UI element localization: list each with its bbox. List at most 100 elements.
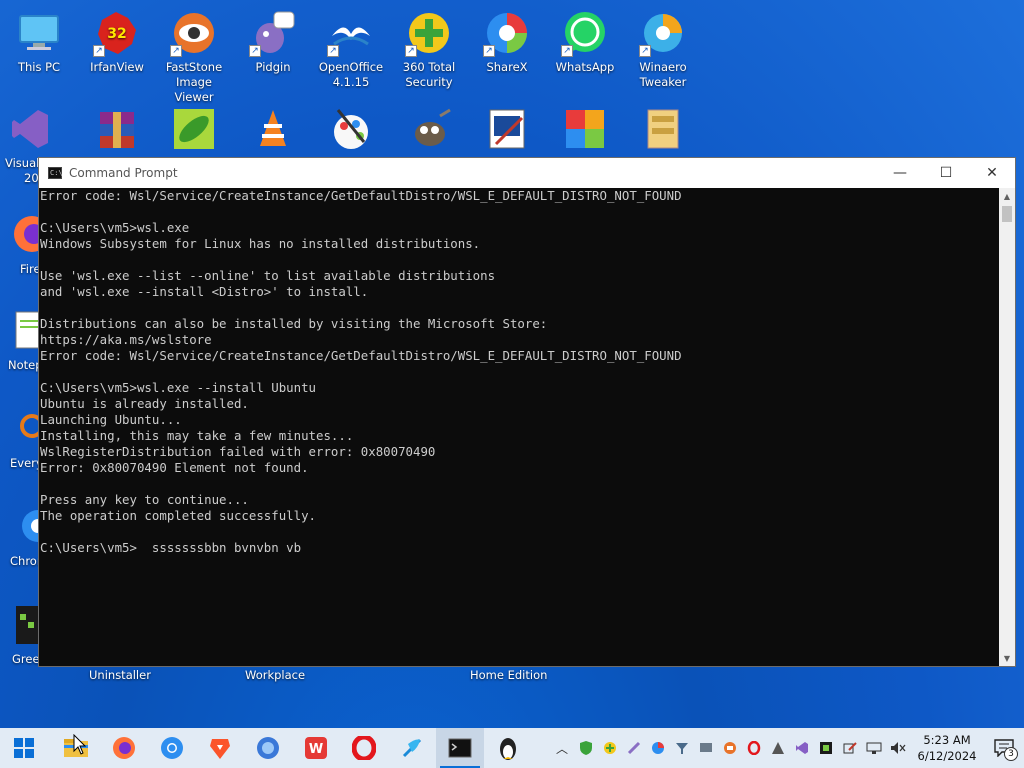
- monitor-icon: [14, 8, 64, 58]
- notepad-icon[interactable]: Notep: [0, 306, 43, 373]
- scroll-up-icon[interactable]: ▲: [999, 188, 1015, 204]
- color-squares-icon: [560, 104, 610, 154]
- everything-icon[interactable]: Every: [0, 404, 43, 471]
- record-icon[interactable]: [718, 728, 742, 768]
- pea-pod-icon: [169, 104, 219, 154]
- visual-studio-icon[interactable]: Visual 20: [0, 104, 48, 186]
- paint-app-icon[interactable]: [312, 104, 390, 156]
- opera-taskbar[interactable]: [340, 728, 388, 768]
- cmd-app-icon: C:\: [48, 167, 63, 179]
- winaero-swirl-icon: ↗: [638, 8, 688, 58]
- openoffice-icon[interactable]: ↗ OpenOffice 4.1.15: [312, 8, 390, 90]
- seagull-icon: ↗: [326, 8, 376, 58]
- sharex-swirl-icon: ↗: [482, 8, 532, 58]
- console-line: C:\Users\vm5>wsl.exe: [40, 220, 190, 235]
- wps-icon: W: [305, 737, 327, 759]
- firefox-taskbar[interactable]: [100, 728, 148, 768]
- whatsapp-icon[interactable]: ↗ WhatsApp: [546, 8, 624, 75]
- wps-taskbar[interactable]: W: [292, 728, 340, 768]
- 360-total-security-icon[interactable]: ↗ 360 Total Security: [390, 8, 468, 90]
- firefox-logo-icon: [10, 210, 40, 260]
- vs-logo-icon: [10, 104, 50, 154]
- edit-icon[interactable]: [838, 728, 862, 768]
- this-pc-icon[interactable]: This PC: [0, 8, 78, 75]
- taskbar: W ︿ 5:23 AM 6/12/2024 3: [0, 728, 1024, 768]
- scroll-down-icon[interactable]: ▼: [999, 650, 1015, 666]
- start-button[interactable]: [0, 728, 48, 768]
- opera-icon: [352, 736, 376, 760]
- workplace-label[interactable]: Workplace: [245, 668, 305, 682]
- irfanview-icon[interactable]: 32 ↗ IrfanView: [78, 8, 156, 75]
- firefox-icon[interactable]: Fire: [0, 210, 41, 277]
- window-title: Command Prompt: [69, 166, 178, 180]
- winaero-tweaker-icon[interactable]: ↗ Winaero Tweaker: [624, 8, 702, 90]
- terminal-icon: [448, 738, 472, 758]
- system-tray: ︿ 5:23 AM 6/12/2024 3: [550, 728, 1024, 768]
- greenshot-icon[interactable]: Greer: [0, 600, 44, 667]
- archive-tool-icon[interactable]: [624, 104, 702, 156]
- image-editor-icon[interactable]: [468, 104, 546, 156]
- console-line: Error: 0x80070490 Element not found.: [40, 460, 309, 475]
- console-line: Error code: Wsl/Service/CreateInstance/G…: [40, 188, 682, 203]
- shield-check-icon[interactable]: [574, 728, 598, 768]
- triangle-app-icon[interactable]: [766, 728, 790, 768]
- penguin-icon: [500, 738, 516, 760]
- console-scrollbar[interactable]: ▲ ▼: [999, 188, 1015, 666]
- magnifier-icon: [14, 404, 40, 454]
- traffic-cone-icon: [248, 104, 298, 154]
- command-prompt-window[interactable]: C:\ Command Prompt — ☐ ✕ Error code: Wsl…: [38, 157, 1016, 667]
- uninstaller-label[interactable]: Uninstaller: [89, 668, 151, 682]
- console-line: and 'wsl.exe --install <Distro>' to inst…: [40, 284, 369, 299]
- network-icon[interactable]: [862, 728, 886, 768]
- pidgin-icon[interactable]: ↗ Pidgin: [234, 8, 312, 75]
- avg-icon[interactable]: [546, 104, 624, 156]
- plus-shield-icon: ↗: [404, 8, 454, 58]
- opera-tray-icon[interactable]: [742, 728, 766, 768]
- console-line: Windows Subsystem for Linux has no insta…: [40, 236, 481, 251]
- speaker-muted-icon[interactable]: [886, 728, 910, 768]
- filter-icon[interactable]: [670, 728, 694, 768]
- mouse-cursor-icon: [73, 734, 87, 755]
- greenshot-app-icon[interactable]: [155, 104, 233, 156]
- close-button[interactable]: ✕: [969, 158, 1015, 188]
- brave-taskbar[interactable]: [196, 728, 244, 768]
- console-output[interactable]: Error code: Wsl/Service/CreateInstance/G…: [39, 188, 1000, 666]
- command-prompt-taskbar[interactable]: [436, 728, 484, 768]
- chrome-taskbar[interactable]: [148, 728, 196, 768]
- pidgin-bird-icon: ↗: [248, 8, 298, 58]
- app-taskbar[interactable]: [388, 728, 436, 768]
- linux-taskbar[interactable]: [484, 728, 532, 768]
- sharex-tray-icon[interactable]: [646, 728, 670, 768]
- notification-center-button[interactable]: 3: [984, 728, 1024, 768]
- sharex-icon[interactable]: ↗ ShareX: [468, 8, 546, 75]
- scroll-thumb[interactable]: [1002, 206, 1012, 222]
- chevron-up-icon[interactable]: ︿: [550, 728, 574, 768]
- console-line: C:\Users\vm5> sssssssbbn bvnvbn vb: [40, 540, 302, 555]
- cabinet-icon: [638, 104, 688, 154]
- minimize-button[interactable]: —: [877, 158, 923, 188]
- firefox-icon: [113, 737, 135, 759]
- pen-icon[interactable]: [622, 728, 646, 768]
- vs-tray-icon[interactable]: [790, 728, 814, 768]
- vlc-icon[interactable]: [234, 104, 312, 156]
- globe-icon: [257, 737, 279, 759]
- gimp-icon[interactable]: [390, 104, 468, 156]
- home-edition-label[interactable]: Home Edition: [470, 668, 547, 682]
- window-titlebar[interactable]: C:\ Command Prompt — ☐ ✕: [39, 158, 1015, 188]
- greenshot-tray-icon[interactable]: [814, 728, 838, 768]
- maximize-button[interactable]: ☐: [923, 158, 969, 188]
- console-line: Distributions can also be installed by v…: [40, 316, 548, 331]
- edge-taskbar[interactable]: [244, 728, 292, 768]
- irfanview-logo-icon: 32 ↗: [92, 8, 142, 58]
- svg-text:32: 32: [107, 26, 126, 42]
- console-line: Installing, this may take a few minutes.…: [40, 428, 354, 443]
- chrome-icon[interactable]: Chron: [0, 502, 44, 569]
- whatsapp-logo-icon: ↗: [560, 8, 610, 58]
- display-icon[interactable]: [694, 728, 718, 768]
- plus-shield-icon[interactable]: [598, 728, 622, 768]
- faststone-icon[interactable]: ↗ FastStone Image Viewer: [155, 8, 233, 105]
- clock[interactable]: 5:23 AM 6/12/2024: [910, 732, 984, 764]
- winrar-icon[interactable]: [78, 104, 156, 156]
